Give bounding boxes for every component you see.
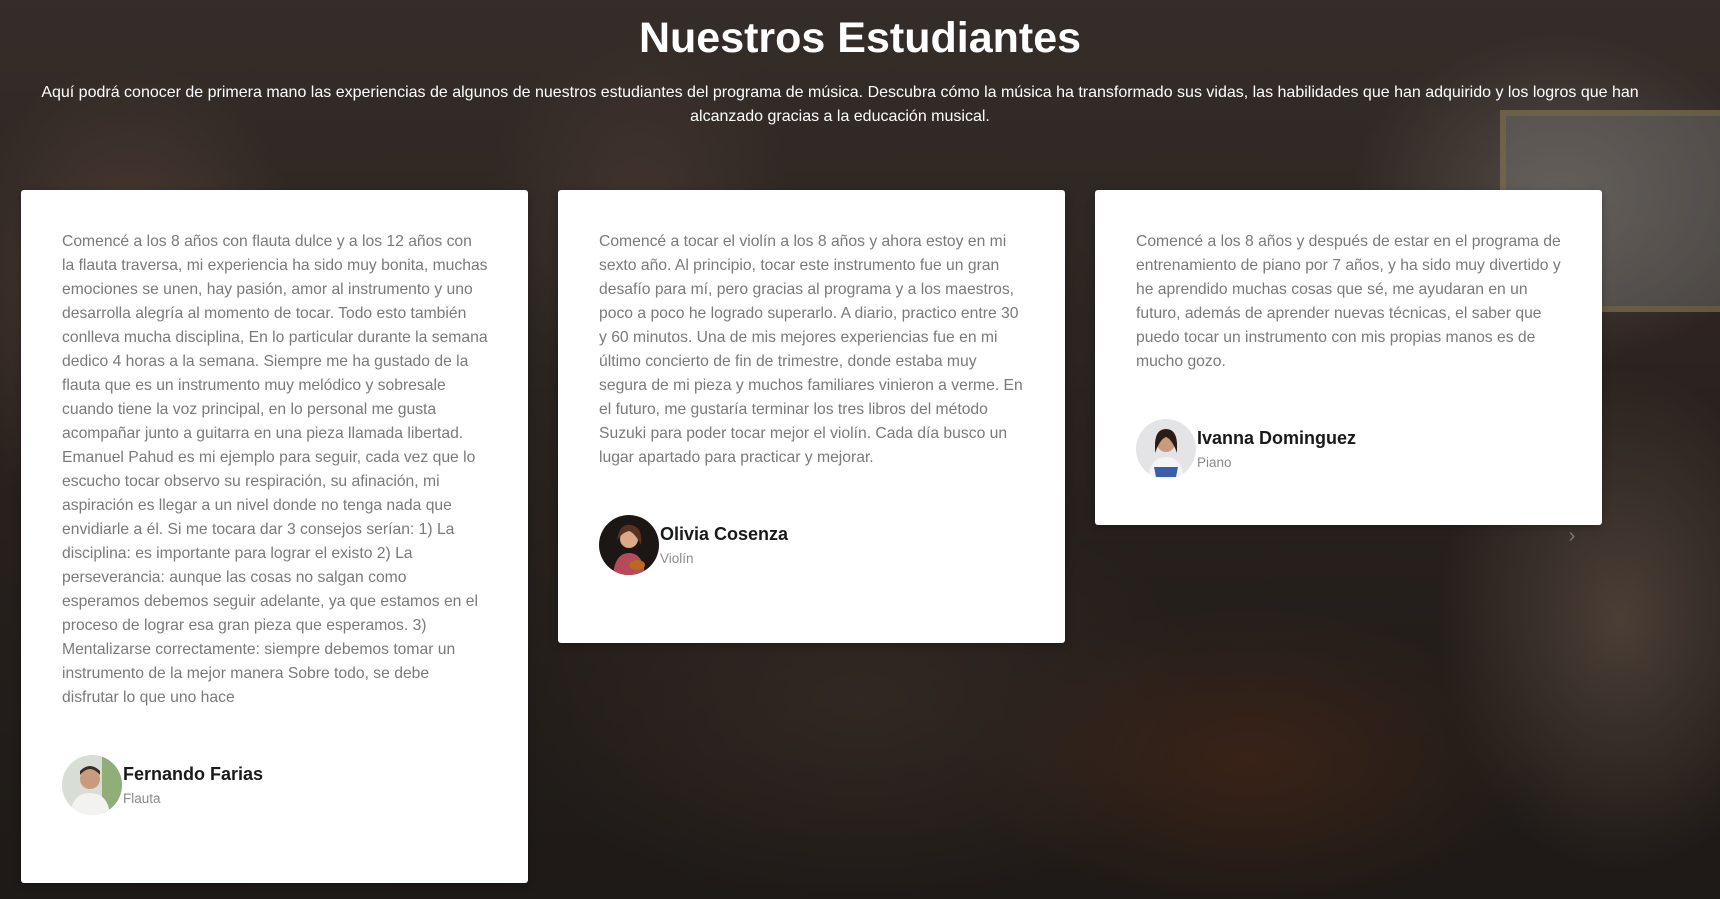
- testimonial-card: Comencé a tocar el violín a los 8 años y…: [558, 190, 1065, 643]
- testimonial-card: Comencé a los 8 años con flauta dulce y …: [21, 190, 528, 883]
- section-title: Nuestros Estudiantes: [638, 14, 1082, 62]
- carousel-next-button[interactable]: ›: [1560, 524, 1584, 548]
- testimonial-text: Comencé a tocar el violín a los 8 años y…: [599, 233, 1023, 466]
- author-role: Piano: [1197, 454, 1232, 470]
- author-role: Violín: [660, 550, 694, 566]
- testimonial-text: Comencé a los 8 años y después de estar …: [1136, 233, 1561, 370]
- author-role: Flauta: [123, 790, 161, 806]
- chevron-right-icon: ›: [1568, 525, 1576, 547]
- chevron-left-icon: ‹: [48, 525, 56, 547]
- testimonial-author: Fernando Farias Flauta: [62, 755, 488, 815]
- avatar: [599, 515, 659, 575]
- testimonial-author: Ivanna Dominguez Piano: [1136, 419, 1562, 479]
- author-name: Fernando Farias: [123, 763, 264, 784]
- section-intro: Aquí podrá conocer de primera mano las e…: [41, 84, 1639, 125]
- author-name: Ivanna Dominguez: [1197, 427, 1357, 448]
- testimonial-text: Comencé a los 8 años con flauta dulce y …: [62, 233, 488, 706]
- avatar: [62, 755, 122, 815]
- avatar: [1136, 419, 1196, 479]
- author-name: Olivia Cosenza: [660, 523, 789, 544]
- carousel-prev-button[interactable]: ‹: [40, 524, 64, 548]
- testimonial-card: Comencé a los 8 años y después de estar …: [1095, 190, 1602, 525]
- testimonial-author: Olivia Cosenza Violín: [599, 515, 1025, 575]
